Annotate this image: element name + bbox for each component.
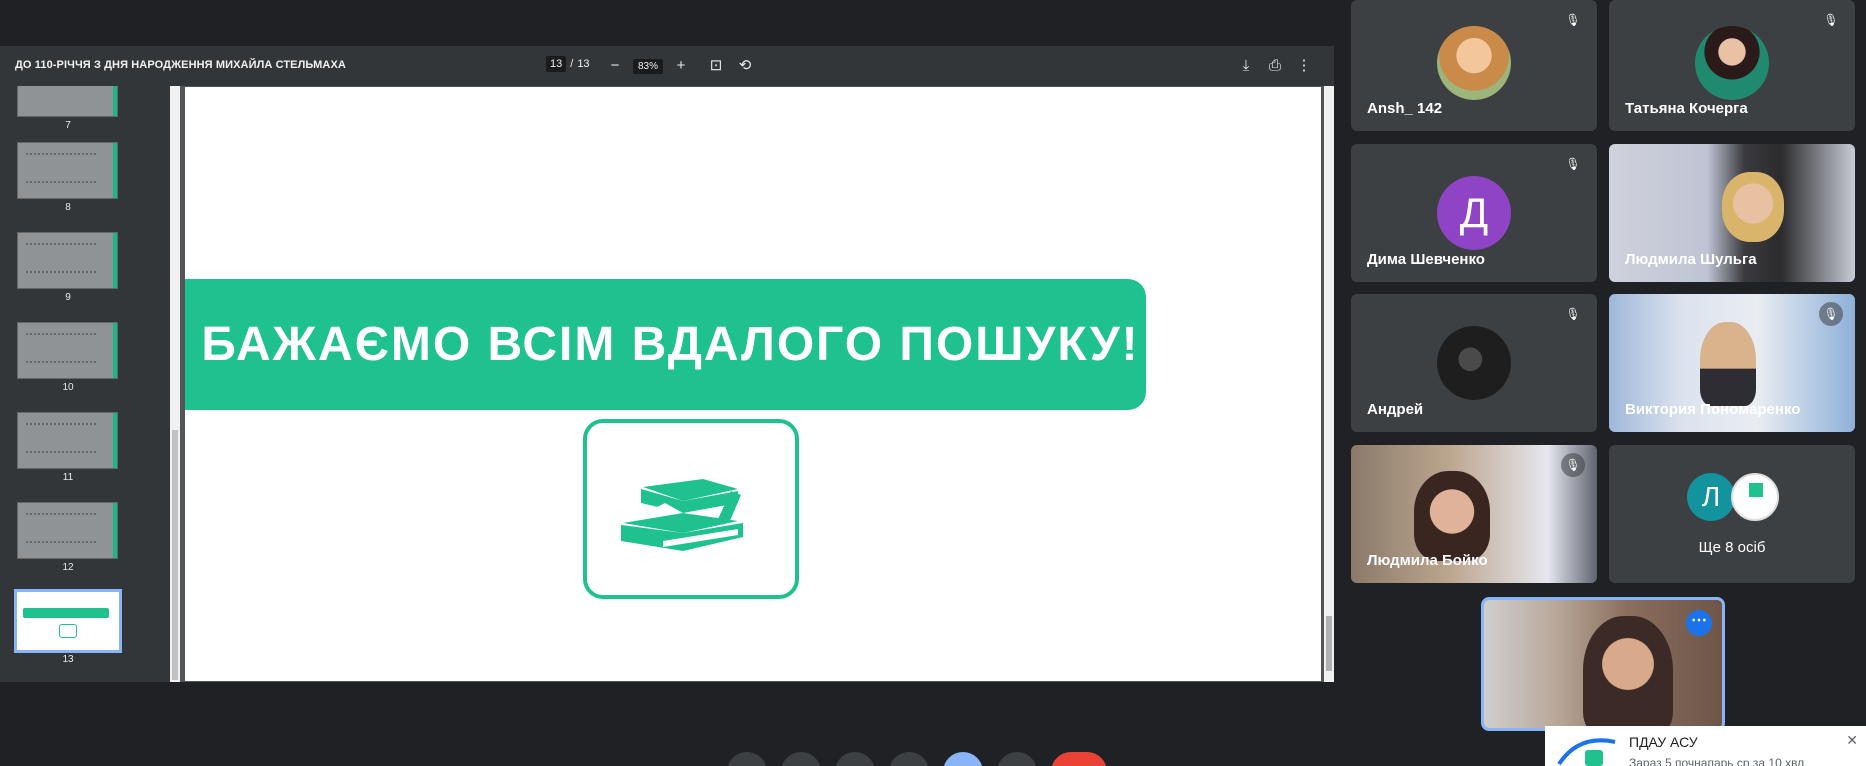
call-controls — [727, 752, 1107, 766]
mic-off-icon: 🎙︎ — [1561, 152, 1585, 176]
thumbnail-label: 8 — [65, 202, 71, 213]
pdf-viewer: ДО 110-РІЧЧЯ З ДНЯ НАРОДЖЕННЯ МИХАЙЛА СТ… — [0, 46, 1334, 682]
mic-off-icon: 🎙︎ — [1819, 8, 1843, 32]
avatar — [1695, 26, 1769, 100]
thumbnail-label: 9 — [65, 292, 71, 303]
more-options-icon[interactable]: ⋯ — [1686, 610, 1712, 636]
participant-name: Татьяна Кочерга — [1625, 100, 1748, 117]
thumbnail-7[interactable] — [17, 86, 118, 117]
participant-tile[interactable]: 🎙︎ Людмила Бойко — [1351, 445, 1597, 583]
page-number-input[interactable]: 13 — [546, 56, 567, 72]
zoom-controls: − 83% + — [605, 56, 691, 76]
avatar: Д — [1437, 176, 1511, 250]
rotate-icon[interactable]: ⟲ — [735, 56, 755, 76]
books-icon — [583, 419, 799, 599]
participant-name: Людмила Бойко — [1367, 552, 1488, 569]
captions-button[interactable] — [835, 752, 875, 766]
thumbnail-label: 12 — [62, 562, 74, 573]
participant-tile[interactable]: 🎙︎ Татьяна Кочерга — [1609, 0, 1855, 131]
thumbnail-scrollbar[interactable] — [170, 86, 180, 682]
participant-tile[interactable]: Людмила Шульга — [1609, 144, 1855, 282]
page-scrollbar[interactable] — [1324, 86, 1334, 682]
participant-tile[interactable]: 🎙︎ Андрей — [1351, 294, 1597, 432]
more-options-icon[interactable]: ⋮ — [1294, 56, 1314, 76]
participant-name: Людмила Шульга — [1625, 251, 1757, 268]
more-avatars: Л — [1687, 473, 1779, 521]
thumbnail-11[interactable] — [17, 412, 118, 469]
slide-page: БАЖАЄМО ВСІМ ВДАЛОГО ПОШУКУ! — [185, 87, 1321, 681]
books-graphic — [621, 479, 743, 551]
mic-off-icon: 🎙︎ — [1561, 8, 1585, 32]
participant-name: Андрей — [1367, 401, 1424, 418]
participant-name: Виктория Пономаренко — [1625, 401, 1801, 418]
download-icon[interactable]: ⤓ — [1236, 56, 1256, 76]
thumbnail-sidebar[interactable]: 7 8 9 10 11 12 13 — [0, 86, 170, 682]
page-total: 13 — [577, 58, 590, 70]
self-view-tile[interactable]: ⋯ Ви — [1481, 597, 1725, 731]
thumbnail-12[interactable] — [17, 502, 118, 559]
self-face — [1583, 616, 1673, 728]
print-icon[interactable]: ⎙ — [1265, 56, 1285, 76]
participant-tile[interactable]: 🎙︎ Ansh_ 142 — [1351, 0, 1597, 131]
thumbnail-9[interactable] — [17, 232, 118, 289]
pdf-toolbar: ДО 110-РІЧЧЯ З ДНЯ НАРОДЖЕННЯ МИХАЙЛА СТ… — [0, 46, 1334, 86]
zoom-out-icon[interactable]: − — [605, 56, 625, 76]
more-options-button[interactable] — [997, 752, 1037, 766]
fit-page-icon[interactable]: ⊡ — [706, 56, 726, 76]
zoom-level-input[interactable]: 83% — [633, 58, 664, 74]
slide-banner: БАЖАЄМО ВСІМ ВДАЛОГО ПОШУКУ! — [185, 279, 1146, 410]
file-tools: ⤓ ⎙ ⋮ — [1236, 56, 1314, 76]
participant-tile[interactable]: Д 🎙︎ Дима Шевченко — [1351, 144, 1597, 282]
notification-toast[interactable]: ПДАУ АСУ Зараз 5 почнапарь ср за 10 хвл … — [1545, 726, 1866, 766]
mic-off-icon: 🎙︎ — [1819, 302, 1843, 326]
notification-subtitle: Зараз 5 почнапарь ср за 10 хвл — [1629, 756, 1805, 766]
camera-toggle-button[interactable] — [781, 752, 821, 766]
leave-call-button[interactable] — [1051, 752, 1107, 766]
view-tools: ⊡ ⟲ — [706, 56, 755, 76]
zoom-in-icon[interactable]: + — [671, 56, 691, 76]
thumbnail-10[interactable] — [17, 322, 118, 379]
close-icon[interactable]: ✕ — [1846, 732, 1858, 749]
mic-off-icon: 🎙︎ — [1561, 302, 1585, 326]
thumbnail-13[interactable] — [14, 589, 122, 653]
thumbnail-label: 11 — [62, 472, 74, 483]
participant-face — [1414, 471, 1490, 561]
participant-tile[interactable]: 🎙︎ Виктория Пономаренко — [1609, 294, 1855, 432]
participant-face — [1700, 322, 1756, 406]
document-title: ДО 110-РІЧЧЯ З ДНЯ НАРОДЖЕННЯ МИХАЙЛА СТ… — [15, 59, 346, 71]
present-button[interactable] — [943, 752, 983, 766]
raise-hand-button[interactable] — [889, 752, 929, 766]
avatar — [1731, 473, 1779, 521]
thumbnail-label: 10 — [62, 382, 74, 393]
thumbnail-8[interactable] — [17, 142, 118, 199]
participant-name: Дима Шевченко — [1367, 251, 1485, 268]
asu-logo-icon — [1557, 738, 1616, 766]
thumbnail-label: 7 — [65, 120, 71, 131]
slide-banner-text: БАЖАЄМО ВСІМ ВДАЛОГО ПОШУКУ! — [201, 318, 1140, 371]
avatar: Л — [1687, 473, 1735, 521]
participant-name: Ansh_ 142 — [1367, 100, 1443, 117]
notification-title: ПДАУ АСУ — [1629, 734, 1698, 750]
more-participants-tile[interactable]: Л Ще 8 осіб — [1609, 445, 1855, 583]
thumbnail-label: 13 — [62, 654, 74, 665]
mic-toggle-button[interactable] — [727, 752, 767, 766]
avatar — [1437, 326, 1511, 400]
meet-screen: ДО 110-РІЧЧЯ З ДНЯ НАРОДЖЕННЯ МИХАЙЛА СТ… — [0, 0, 1866, 766]
page-separator: / — [570, 58, 574, 70]
mic-off-icon: 🎙︎ — [1561, 453, 1585, 477]
avatar — [1437, 26, 1511, 100]
page-indicator: 13 / 13 — [546, 56, 590, 72]
participant-face — [1722, 172, 1784, 242]
more-participants-label: Ще 8 осіб — [1698, 539, 1766, 556]
